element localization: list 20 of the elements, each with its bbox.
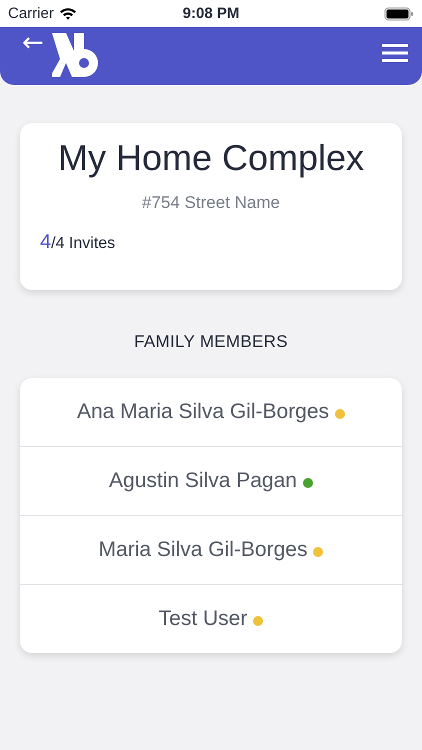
member-row[interactable]: Maria Silva Gil-Borges [20, 516, 402, 585]
member-name: Ana Maria Silva Gil-Borges [76, 400, 330, 424]
battery-icon [384, 6, 414, 20]
menu-button[interactable] [382, 43, 408, 63]
complex-address: #754 Street Name [141, 193, 281, 213]
invites-total: /4 Invites [51, 235, 116, 252]
member-name: Test User [158, 607, 248, 631]
member-row[interactable]: Agustin Silva Pagan [20, 447, 402, 516]
wifi-icon [58, 7, 77, 20]
member-name: Agustin Silva Pagan [109, 469, 297, 493]
section-title: FAMILY MEMBERS [133, 332, 289, 352]
back-button[interactable]: ← [22, 29, 44, 57]
carrier-label: Carrier [8, 5, 54, 22]
member-row[interactable]: Ana Maria Silva Gil-Borges [20, 378, 402, 447]
member-row[interactable]: Test User [20, 585, 402, 653]
member-name: Maria Silva Gil-Borges [98, 538, 308, 562]
menu-icon [382, 43, 408, 63]
status-time: 9:08 PM [182, 5, 240, 22]
complex-title: My Home Complex [56, 137, 366, 179]
invites-used: 4 [40, 231, 52, 253]
